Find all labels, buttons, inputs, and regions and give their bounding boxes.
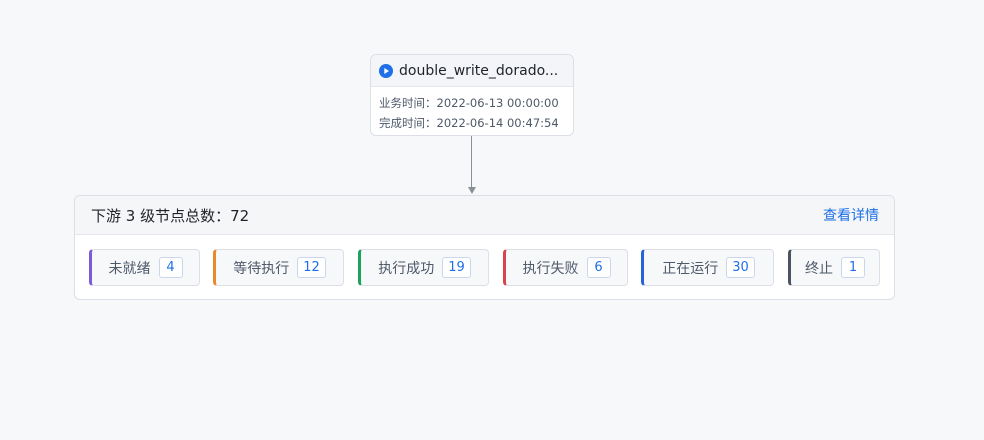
status-label: 终止	[805, 260, 833, 277]
finish-time-label: 完成时间：	[379, 116, 437, 130]
status-chip-running[interactable]: 正在运行 30	[641, 249, 774, 286]
edge-connector-line	[471, 136, 472, 188]
finish-time-row: 完成时间：2022-06-14 00:47:54	[379, 113, 573, 133]
downstream-summary-panel: 下游 3 级节点总数：72 查看详情 未就绪 4 等待执行 12 执行成功 19…	[74, 195, 895, 300]
status-count-badge: 1	[841, 257, 865, 278]
dag-canvas: double_write_dorado... 业务时间：2022-06-13 0…	[0, 0, 984, 440]
status-chip-failed[interactable]: 执行失败 6	[503, 249, 628, 286]
task-node-header[interactable]: double_write_dorado...	[371, 55, 573, 87]
task-node-name: double_write_dorado...	[399, 62, 559, 79]
status-count-badge: 19	[442, 257, 471, 278]
status-chip-not-ready[interactable]: 未就绪 4	[89, 249, 200, 286]
play-icon	[379, 63, 393, 78]
status-label: 正在运行	[662, 260, 719, 277]
status-count-badge: 12	[297, 257, 326, 278]
downstream-panel-header: 下游 3 级节点总数：72 查看详情	[75, 196, 894, 235]
downstream-title: 下游 3 级节点总数：72	[91, 206, 250, 225]
status-chip-terminated[interactable]: 终止 1	[788, 249, 880, 286]
status-label: 执行失败	[522, 260, 579, 277]
status-chip-success[interactable]: 执行成功 19	[358, 249, 489, 286]
task-node-card[interactable]: double_write_dorado... 业务时间：2022-06-13 0…	[370, 54, 574, 136]
status-count-badge: 30	[726, 257, 755, 278]
business-time-value: 2022-06-13 00:00:00	[436, 96, 559, 110]
edge-arrow-icon	[468, 187, 476, 194]
view-details-link[interactable]: 查看详情	[823, 205, 879, 225]
business-time-label: 业务时间：	[379, 96, 437, 110]
status-label: 未就绪	[108, 260, 151, 277]
status-chip-waiting[interactable]: 等待执行 12	[213, 249, 344, 286]
status-label: 执行成功	[378, 260, 435, 277]
status-count-badge: 6	[586, 257, 611, 278]
status-count-badge: 4	[158, 257, 183, 278]
task-node-meta: 业务时间：2022-06-13 00:00:00 完成时间：2022-06-14…	[371, 87, 573, 133]
status-label: 等待执行	[233, 260, 290, 277]
business-time-row: 业务时间：2022-06-13 00:00:00	[379, 93, 573, 113]
finish-time-value: 2022-06-14 00:47:54	[436, 116, 559, 130]
